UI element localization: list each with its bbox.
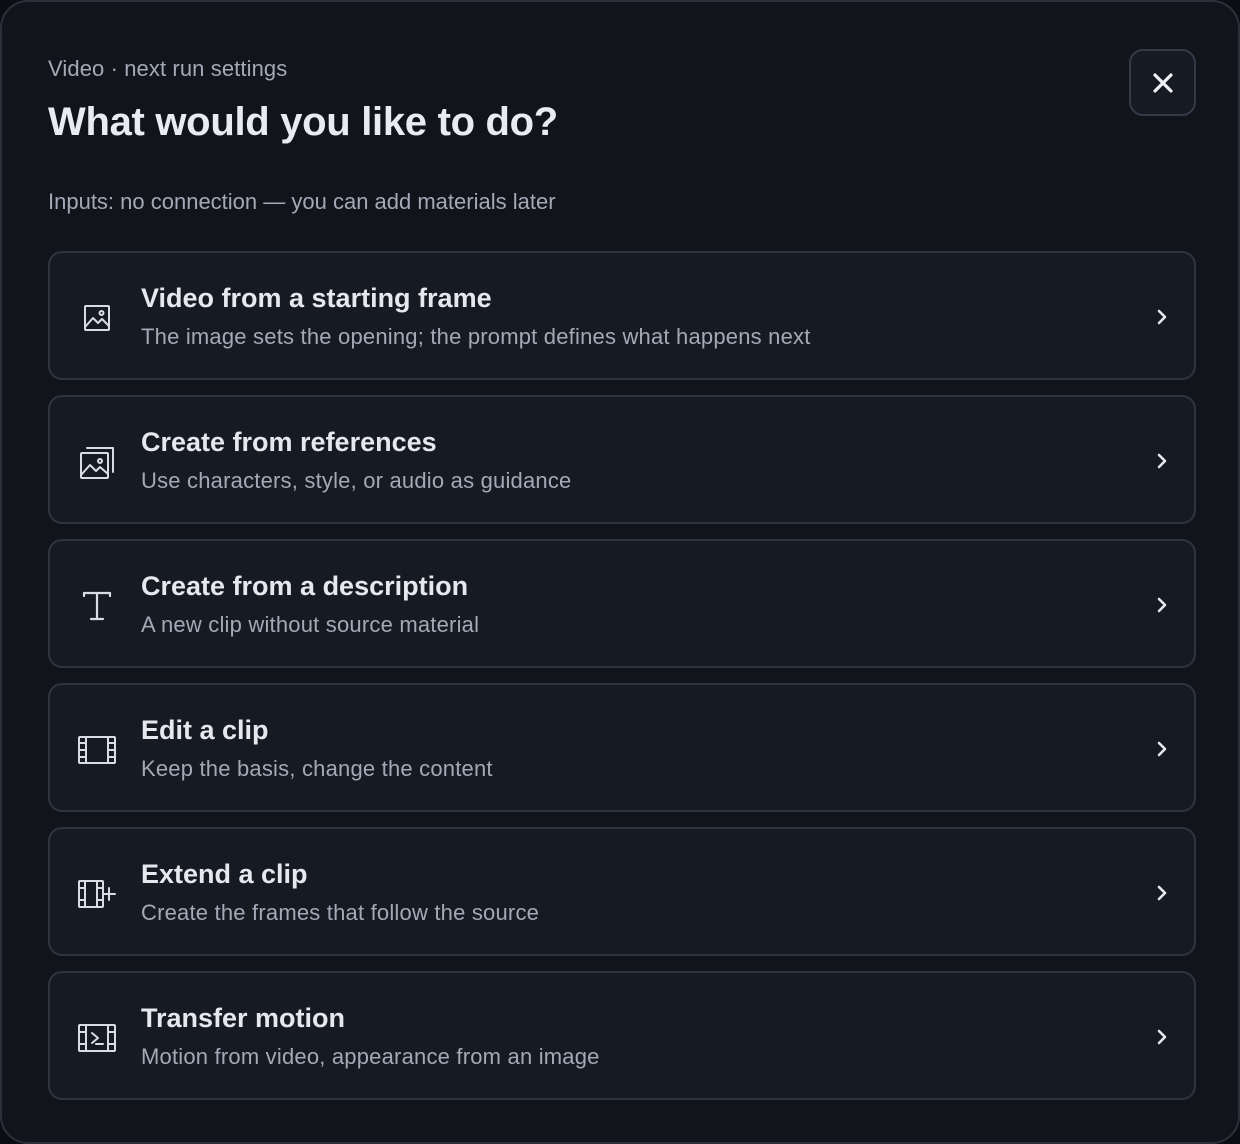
chevron-right-icon bbox=[1154, 883, 1170, 903]
option-title: Edit a clip bbox=[141, 715, 269, 745]
option-references[interactable]: Create from references Use characters, s… bbox=[48, 395, 1196, 524]
option-edit-clip[interactable]: Edit a clip Keep the basis, change the c… bbox=[48, 683, 1196, 812]
option-description: The image sets the opening; the prompt d… bbox=[141, 324, 811, 349]
close-icon bbox=[1152, 72, 1174, 94]
option-title: Transfer motion bbox=[141, 1003, 346, 1033]
option-description[interactable]: Create from a description A new clip wit… bbox=[48, 539, 1196, 668]
option-extend-clip[interactable]: Extend a clip Create the frames that fol… bbox=[48, 827, 1196, 956]
option-title: Create from a description bbox=[141, 571, 469, 601]
image-icon bbox=[77, 298, 117, 338]
film-plus-icon bbox=[77, 874, 117, 914]
option-starting-frame[interactable]: Video from a starting frame The image se… bbox=[48, 251, 1196, 380]
chevron-right-icon bbox=[1154, 595, 1170, 615]
chevron-right-icon bbox=[1154, 1027, 1170, 1047]
close-button[interactable] bbox=[1129, 49, 1196, 116]
option-title: Video from a starting frame bbox=[141, 283, 492, 313]
option-transfer-motion[interactable]: Transfer motion Motion from video, appea… bbox=[48, 971, 1196, 1100]
option-description: A new clip without source material bbox=[141, 612, 480, 637]
text-icon bbox=[77, 586, 117, 626]
chevron-right-icon bbox=[1154, 307, 1170, 327]
option-list: Video from a starting frame The image se… bbox=[48, 251, 1196, 1100]
video-mode-dialog: Video · next run settings What would you… bbox=[0, 0, 1240, 1144]
option-title: Create from references bbox=[141, 427, 437, 457]
inputs-status: Inputs: no connection — you can add mate… bbox=[48, 189, 556, 214]
film-icon bbox=[77, 730, 117, 770]
option-description: Create the frames that follow the source bbox=[141, 900, 540, 925]
dialog-title: What would you like to do? bbox=[48, 100, 558, 144]
dialog-eyebrow: Video · next run settings bbox=[48, 56, 288, 81]
option-description: Use characters, style, or audio as guida… bbox=[141, 468, 572, 493]
film-play-icon bbox=[77, 1018, 117, 1058]
option-description: Keep the basis, change the content bbox=[141, 756, 493, 781]
chevron-right-icon bbox=[1154, 739, 1170, 759]
chevron-right-icon bbox=[1154, 451, 1170, 471]
option-description: Motion from video, appearance from an im… bbox=[141, 1044, 600, 1069]
image-stack-icon bbox=[77, 442, 117, 482]
option-title: Extend a clip bbox=[141, 859, 308, 889]
